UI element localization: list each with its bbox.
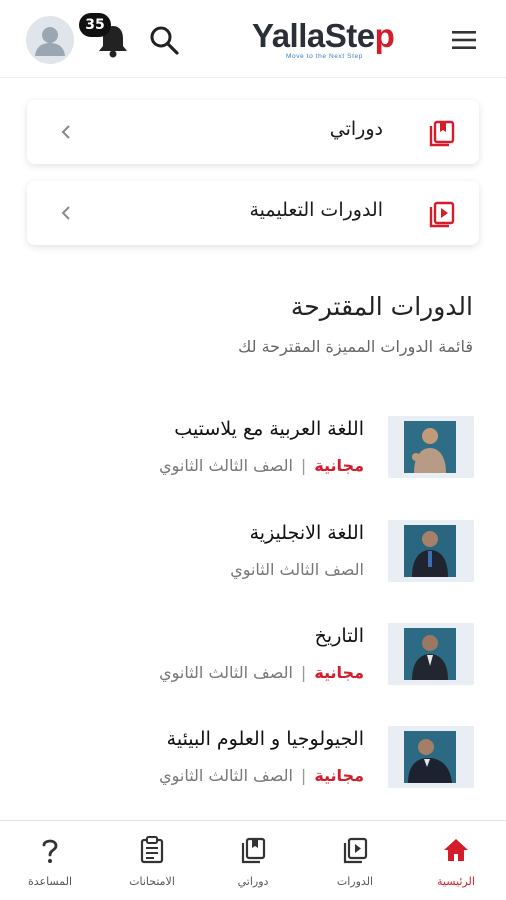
free-badge: مجانية xyxy=(314,766,364,785)
nav-my-courses[interactable]: دوراتي xyxy=(203,821,303,900)
course-item[interactable]: اللغة الانجليزية الصف الثالث الثانوي xyxy=(0,520,506,590)
course-title: التاريخ xyxy=(314,625,364,647)
nav-exams[interactable]: الامتحانات xyxy=(102,821,202,900)
my-courses-icon xyxy=(241,837,266,864)
my-courses-card[interactable]: دوراتي xyxy=(27,100,479,164)
nav-label: الامتحانات xyxy=(129,875,175,888)
course-meta: مجانية|الصف الثالث الثانوي xyxy=(159,663,364,682)
nav-label: المساعدة xyxy=(27,875,73,888)
logo-tagline: Move to the Next Step xyxy=(286,53,363,60)
nav-help[interactable]: المساعدة xyxy=(0,821,100,900)
course-item[interactable]: الجيولوجيا و العلوم البيئية مجانية|الصف … xyxy=(0,726,506,796)
app-logo[interactable]: YallaStep Move to the Next Step xyxy=(252,16,422,64)
exams-icon xyxy=(140,836,164,864)
section-subtitle: قائمة الدورات المميزة المقترحة لك xyxy=(238,337,473,356)
avatar-icon[interactable] xyxy=(26,16,74,64)
nav-label: الرئيسية xyxy=(437,875,475,888)
courses-icon xyxy=(343,837,368,864)
menu-icon[interactable] xyxy=(450,28,478,52)
help-icon xyxy=(42,839,58,863)
course-thumbnail xyxy=(388,726,474,788)
course-title: اللغة الانجليزية xyxy=(249,522,364,544)
course-grade: الصف الثالث الثانوي xyxy=(159,766,293,785)
course-grade: الصف الثالث الثانوي xyxy=(230,560,364,579)
free-badge: مجانية xyxy=(314,456,364,475)
top-header: 35 YallaStep Move to the Next Step xyxy=(0,0,506,78)
nav-courses[interactable]: الدورات xyxy=(305,821,405,900)
course-grade: الصف الثالث الثانوي xyxy=(159,663,293,682)
course-meta: مجانية|الصف الثالث الثانوي xyxy=(159,456,364,475)
section-title: الدورات المقترحة xyxy=(290,292,473,321)
free-badge: مجانية xyxy=(314,663,364,682)
nav-label: دوراتي xyxy=(237,875,269,888)
course-title: اللغة العربية مع يلاستيب xyxy=(174,418,364,440)
notification-badge: 35 xyxy=(79,13,111,37)
course-title: الجيولوجيا و العلوم البيئية xyxy=(166,728,364,750)
card-label: دوراتي xyxy=(329,118,383,140)
course-grade: الصف الثالث الثانوي xyxy=(159,456,293,475)
book-icon xyxy=(429,120,455,147)
course-thumbnail xyxy=(388,623,474,685)
course-thumbnail xyxy=(388,520,474,582)
course-item[interactable]: اللغة العربية مع يلاستيب مجانية|الصف الث… xyxy=(0,416,506,486)
course-item[interactable]: التاريخ مجانية|الصف الثالث الثانوي xyxy=(0,623,506,693)
search-icon[interactable] xyxy=(148,24,180,56)
nav-label: الدورات xyxy=(336,875,374,888)
play-icon xyxy=(429,201,455,228)
educational-courses-card[interactable]: الدورات التعليمية xyxy=(27,181,479,245)
course-meta: مجانية|الصف الثالث الثانوي xyxy=(159,766,364,785)
course-thumbnail xyxy=(388,416,474,478)
chevron-left-icon xyxy=(61,125,70,139)
chevron-left-icon xyxy=(61,206,70,220)
course-meta: الصف الثالث الثانوي xyxy=(230,560,364,579)
bottom-nav: الرئيسية الدورات دوراتي الامتحانات المسا… xyxy=(0,820,506,900)
home-icon xyxy=(444,839,468,861)
logo-text: YallaStep xyxy=(252,17,395,54)
nav-home[interactable]: الرئيسية xyxy=(406,821,506,900)
card-label: الدورات التعليمية xyxy=(249,199,384,221)
